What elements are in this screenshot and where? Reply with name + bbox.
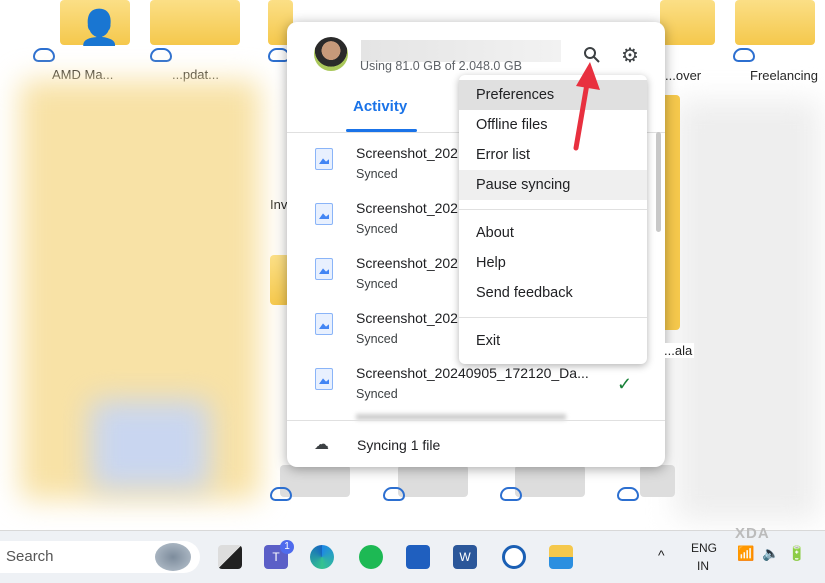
file-status: Synced <box>356 387 398 401</box>
image-file-icon <box>315 203 333 225</box>
menu-item-send-feedback[interactable]: Send feedback <box>459 278 647 308</box>
file-status: Synced <box>356 167 398 181</box>
file-status: Synced <box>356 332 398 346</box>
gear-icon[interactable]: ⚙ <box>621 43 639 68</box>
1password-icon[interactable] <box>502 545 526 569</box>
file-name: Screenshot_202 <box>356 200 458 216</box>
image-file-icon <box>315 258 333 280</box>
cloud-icon <box>733 48 755 62</box>
divider <box>459 317 647 318</box>
blurred-region <box>675 100 820 520</box>
menu-item-about[interactable]: About <box>459 218 647 248</box>
menu-item-error-list[interactable]: Error list <box>459 140 647 170</box>
cloud-icon <box>150 48 172 62</box>
notification-badge: 1 <box>280 540 294 554</box>
chevron-up-icon[interactable]: ^ <box>658 547 665 563</box>
cloud-icon <box>500 487 522 501</box>
image-file-icon <box>315 148 333 170</box>
menu-item-help[interactable]: Help <box>459 248 647 278</box>
check-icon: ✓ <box>617 374 633 394</box>
folder-icon[interactable] <box>150 0 240 45</box>
file-name: Screenshot_202 <box>356 145 458 161</box>
word-icon[interactable]: W <box>453 545 477 569</box>
file-name: Screenshot_202 <box>356 310 458 326</box>
language-region: IN <box>697 559 709 573</box>
folder-icon[interactable] <box>735 0 815 45</box>
spotify-icon[interactable] <box>359 545 383 569</box>
cloud-icon <box>617 487 639 501</box>
cloud-icon <box>383 487 405 501</box>
task-view-icon[interactable] <box>218 545 242 569</box>
menu-item-pause-syncing[interactable]: Pause syncing <box>459 170 647 200</box>
microsoft-store-icon[interactable] <box>406 545 430 569</box>
file-status: Synced <box>356 222 398 236</box>
battery-icon[interactable]: 🔋 <box>788 545 805 562</box>
blurred-region <box>90 400 210 490</box>
search-highlight-icon[interactable] <box>155 543 191 571</box>
edge-icon[interactable] <box>310 545 334 569</box>
xda-watermark: XDA <box>735 525 770 542</box>
divider <box>459 209 647 210</box>
wifi-icon[interactable]: 📶 <box>737 545 754 562</box>
sync-status-footer: ☁ Syncing 1 file <box>287 420 665 467</box>
search-placeholder: Search <box>6 548 54 565</box>
file-icon[interactable] <box>398 465 468 497</box>
storage-usage: Using 81.0 GB of 2.048.0 GB <box>360 59 522 73</box>
file-icon[interactable] <box>640 465 675 497</box>
volume-icon[interactable]: 🔈 <box>762 545 779 562</box>
cloud-upload-icon: ☁ <box>314 436 329 453</box>
folder-icon[interactable] <box>660 0 715 45</box>
file-icon[interactable] <box>515 465 585 497</box>
folder-label: Freelancing <box>750 68 818 83</box>
image-file-icon <box>315 368 333 390</box>
menu-item-offline-files[interactable]: Offline files <box>459 110 647 140</box>
language-indicator[interactable]: ENG <box>691 541 717 555</box>
sync-status: Syncing 1 file <box>357 437 441 453</box>
file-status: Synced <box>356 277 398 291</box>
file-name: Screenshot_202 <box>356 255 458 271</box>
menu-item-preferences[interactable]: Preferences <box>459 80 647 110</box>
file-row[interactable]: Screenshot_20240905_172120_Da... Synced ✓ <box>287 360 665 415</box>
taskbar: Search T 1 W ^ ENG IN 📶 🔈 🔋 XDA <box>0 525 825 583</box>
settings-menu: Preferences Offline files Error list Pau… <box>459 75 647 364</box>
user-icon: 👤 <box>78 9 121 47</box>
avatar[interactable] <box>314 37 348 71</box>
tab-activity[interactable]: Activity <box>353 98 407 115</box>
folder-label: ...over <box>665 68 702 83</box>
cloud-icon <box>33 48 55 62</box>
folder-label: ...ala <box>662 343 695 358</box>
file-explorer-icon[interactable] <box>549 545 573 569</box>
image-file-icon <box>315 313 333 335</box>
file-name: Screenshot_20240905_172120_Da... <box>356 365 589 381</box>
menu-item-exit[interactable]: Exit <box>459 326 647 356</box>
cloud-icon <box>270 487 292 501</box>
annotation-arrow-icon <box>573 62 600 151</box>
